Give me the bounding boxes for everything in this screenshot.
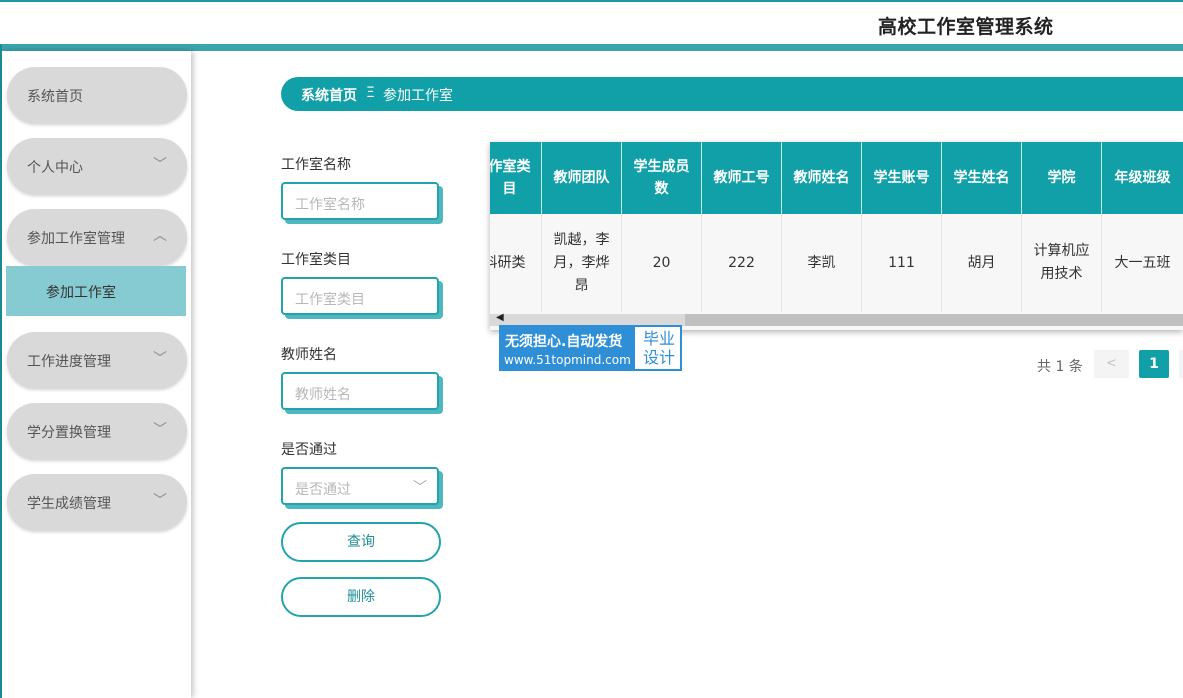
sidebar-item-grade-management[interactable]: 学生成绩管理 ﹀ xyxy=(7,474,187,530)
watermark-badge-text: 毕业设计 xyxy=(642,329,675,367)
breadcrumb-current: 参加工作室 xyxy=(383,88,453,104)
sidebar-subitem-join-studio[interactable]: 参加工作室 xyxy=(6,266,186,316)
chevron-down-icon: ﹀ xyxy=(413,480,427,496)
query-button[interactable]: 查询 xyxy=(281,522,441,562)
sidebar-item-home[interactable]: 系统首页 xyxy=(7,67,187,123)
column-header: 学院 xyxy=(1022,142,1102,214)
sidebar-subitem-label: 参加工作室 xyxy=(46,285,116,301)
column-header: 学生账号 xyxy=(862,142,942,214)
scrollbar-thumb[interactable] xyxy=(685,314,1183,326)
teacher-name-label: 教师姓名 xyxy=(281,347,337,363)
data-table: 作室类目 教师团队 学生成员数 教师工号 教师姓名 学生账号 学生姓名 学院 年… xyxy=(490,142,1183,330)
column-header: 年级班级 xyxy=(1102,142,1183,214)
sidebar-item-label: 学分置换管理 xyxy=(27,425,111,441)
table-cell: 科研类 xyxy=(490,214,542,312)
delete-button[interactable]: 删除 xyxy=(281,577,441,617)
table-cell: 计算机应用技术 xyxy=(1022,214,1102,312)
scroll-left-arrow-icon[interactable]: ◀ xyxy=(496,312,504,323)
table-cell: 李凯 xyxy=(782,214,862,312)
breadcrumb: 系统首页 Ξ 参加工作室 xyxy=(281,77,1183,111)
column-header: 教师工号 xyxy=(702,142,782,214)
sidebar-item-label: 学生成绩管理 xyxy=(27,496,111,512)
studio-category-label: 工作室类目 xyxy=(281,252,351,268)
column-header: 教师姓名 xyxy=(782,142,862,214)
sidebar-item-studio-join-management[interactable]: 参加工作室管理 ︿ xyxy=(7,209,187,265)
approved-select[interactable]: 是否通过 ﹀ xyxy=(281,467,439,505)
breadcrumb-home[interactable]: 系统首页 xyxy=(301,85,357,105)
placeholder-text: 工作室类目 xyxy=(295,292,365,308)
sidebar: 系统首页 个人中心 ﹀ 参加工作室管理 ︿ 参加工作室 工作进度管理 ﹀ 学分置… xyxy=(2,51,191,698)
sidebar-item-label: 系统首页 xyxy=(27,89,83,105)
sidebar-item-personal-center[interactable]: 个人中心 ﹀ xyxy=(7,138,187,194)
column-header: 作室类目 xyxy=(490,142,542,214)
table-cell: 大一五班 xyxy=(1102,214,1183,312)
pagination-next-button[interactable] xyxy=(1179,350,1183,378)
studio-category-input[interactable]: 工作室类目 xyxy=(281,277,439,315)
table-cell: 111 xyxy=(862,214,942,312)
table-cell: 胡月 xyxy=(942,214,1022,312)
placeholder-text: 教师姓名 xyxy=(295,387,351,403)
chevron-up-icon: ︿ xyxy=(153,228,167,244)
app-title: 高校工作室管理系统 xyxy=(878,16,1054,38)
chevron-down-icon: ﹀ xyxy=(153,493,167,509)
sidebar-item-label: 个人中心 xyxy=(27,160,83,176)
table-cell: 222 xyxy=(702,214,782,312)
approved-label: 是否通过 xyxy=(281,442,337,458)
sidebar-item-progress-management[interactable]: 工作进度管理 ﹀ xyxy=(7,332,187,388)
sidebar-item-credit-exchange-management[interactable]: 学分置换管理 ﹀ xyxy=(7,403,187,459)
column-header: 教师团队 xyxy=(542,142,622,214)
watermark-badge: 无须担心.自动发货 www.51topmind.com 毕业设计 xyxy=(499,325,682,371)
chevron-down-icon: ﹀ xyxy=(153,351,167,367)
watermark-left-panel: 无须担心.自动发货 www.51topmind.com xyxy=(501,327,635,369)
studio-name-label: 工作室名称 xyxy=(281,157,351,173)
watermark-line2: www.51topmind.com xyxy=(504,353,631,367)
table-cell: 20 xyxy=(622,214,702,312)
studio-name-input[interactable]: 工作室名称 xyxy=(281,182,439,220)
column-header: 学生成员数 xyxy=(622,142,702,214)
top-header: 高校工作室管理系统 xyxy=(0,0,1183,44)
header-accent-bar xyxy=(0,44,1183,51)
pagination-prev-button[interactable]: < xyxy=(1094,350,1129,378)
sidebar-item-label: 工作进度管理 xyxy=(27,354,111,370)
sidebar-item-label: 参加工作室管理 xyxy=(27,231,125,247)
watermark-line1: 无须担心.自动发货 xyxy=(505,334,623,350)
column-header: 学生姓名 xyxy=(942,142,1022,214)
teacher-name-input[interactable]: 教师姓名 xyxy=(281,372,439,410)
table-cell: 凯越，李月，李烨昂 xyxy=(542,214,622,312)
breadcrumb-separator-icon: Ξ xyxy=(366,85,375,101)
pagination-total: 共 1 条 xyxy=(1037,359,1083,375)
pagination-page-1[interactable]: 1 xyxy=(1139,350,1169,378)
chevron-down-icon: ﹀ xyxy=(153,422,167,438)
placeholder-text: 工作室名称 xyxy=(295,197,365,213)
chevron-down-icon: ﹀ xyxy=(153,157,167,173)
placeholder-text: 是否通过 xyxy=(295,482,351,498)
